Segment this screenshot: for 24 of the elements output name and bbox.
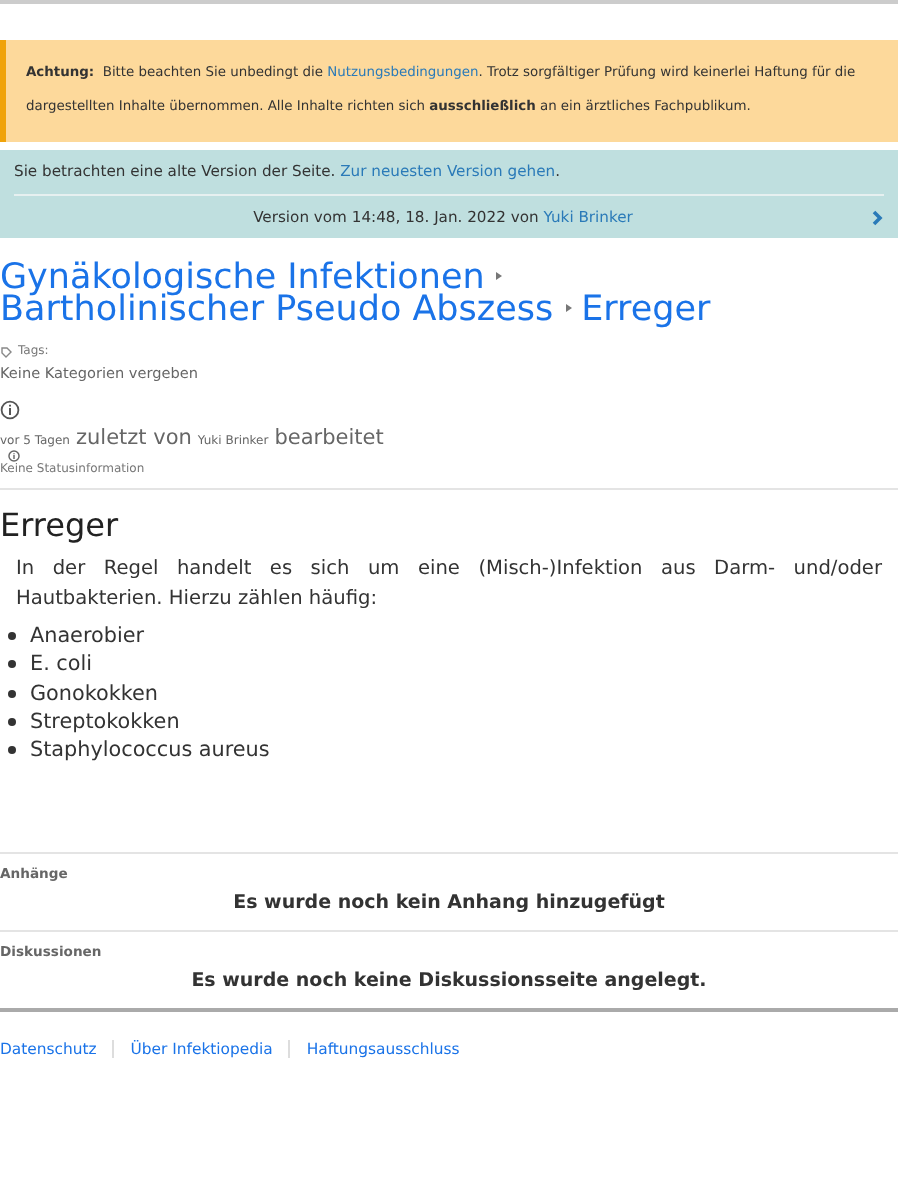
chevron-right-icon[interactable] bbox=[872, 209, 884, 225]
list-item: Streptokokken bbox=[30, 707, 180, 737]
bullet-icon bbox=[8, 746, 16, 755]
section-heading: Erreger bbox=[0, 506, 121, 544]
list-item: Anaerobier bbox=[30, 622, 145, 651]
info-icon bbox=[0, 400, 20, 420]
empty-message: Es wurde noch keine Diskussionsseite angelegt. bbox=[189, 968, 709, 997]
bullet-icon bbox=[8, 632, 16, 641]
bullet-icon bbox=[8, 689, 16, 698]
breadcrumb-link[interactable]: Bartholinischer Pseudo Abszess bbox=[0, 290, 554, 330]
bullet-icon bbox=[8, 718, 16, 727]
breadcrumb-separator-icon bbox=[492, 270, 505, 282]
edit-suffix: bearbeitet bbox=[274, 426, 384, 450]
tag-icon bbox=[0, 345, 12, 357]
list-item: Gonokokken bbox=[30, 679, 158, 708]
bullet-icon bbox=[8, 660, 16, 669]
empty-message: Es wurde noch kein Anhang hinzugefügt bbox=[231, 890, 667, 919]
edit-label: zuletzt von bbox=[75, 426, 192, 450]
article-paragraph: In der Regel handelt es sich um eine (Misch-)Infektion aus Darm- und/oder Hautbakterien. Hierzu zählen häufig: bbox=[16, 556, 882, 614]
list-item: E. coli bbox=[30, 650, 93, 680]
info-icon bbox=[8, 450, 20, 462]
breadcrumb-separator-icon bbox=[561, 302, 574, 314]
breadcrumb-link[interactable]: Erreger bbox=[581, 290, 711, 330]
list-item: Staphylococcus aureus bbox=[30, 736, 270, 765]
